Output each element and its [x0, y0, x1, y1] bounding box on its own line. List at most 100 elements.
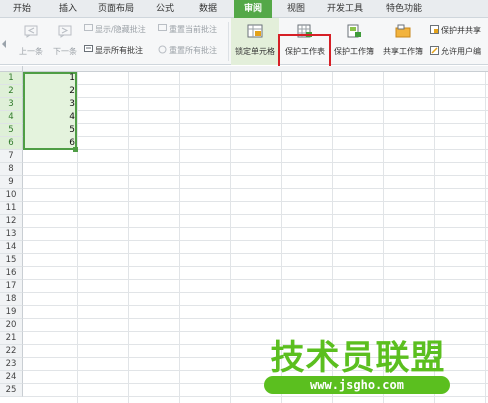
reset-all-comments-label: 重置所有批注: [169, 46, 217, 55]
reset-current-comment-button[interactable]: 重置当前批注: [158, 23, 217, 37]
row-divider: [23, 240, 488, 241]
protect-workbook-icon: [347, 24, 361, 38]
protect-and-share-button[interactable]: 保护并共享: [430, 24, 481, 38]
cell-a6[interactable]: 6: [25, 137, 75, 150]
row-header[interactable]: 8: [0, 163, 23, 176]
next-comment-label: 下一条: [53, 47, 77, 56]
cell-a3[interactable]: 3: [25, 98, 75, 111]
tab-developer[interactable]: 开发工具: [318, 0, 372, 18]
lock-cell-button[interactable]: 锁定单元格: [231, 18, 279, 65]
share-workbook-icon: [395, 24, 411, 38]
reset-all-comments-button[interactable]: 重置所有批注: [158, 44, 217, 58]
allow-edit-icon: [430, 46, 439, 55]
tab-start[interactable]: 开始: [4, 0, 40, 18]
next-comment-icon: [58, 25, 72, 38]
reset-all-icon: [158, 45, 167, 54]
row-divider: [23, 227, 488, 228]
column-divider: [77, 72, 78, 403]
row-header[interactable]: 17: [0, 280, 23, 293]
ribbon-toolbar: 上一条 下一条 显示/隐藏批注 重置当前批注 显示所有批注 重置所有批注 锁定单…: [0, 18, 488, 65]
comment-icon: [84, 24, 93, 31]
row-divider: [23, 201, 488, 202]
row-header[interactable]: 4: [0, 111, 23, 124]
row-header[interactable]: 22: [0, 345, 23, 358]
row-divider: [23, 175, 488, 176]
cell-a4[interactable]: 4: [25, 111, 75, 124]
cell-a2[interactable]: 2: [25, 85, 75, 98]
row-header[interactable]: 16: [0, 267, 23, 280]
row-divider: [23, 279, 488, 280]
row-divider: [23, 266, 488, 267]
protect-workbook-button[interactable]: 保护工作簿: [330, 18, 378, 65]
row-divider: [23, 162, 488, 163]
cell-a1[interactable]: 1: [25, 72, 75, 85]
row-divider: [23, 188, 488, 189]
row-header[interactable]: 7: [0, 150, 23, 163]
allow-users-edit-label: 允许用户编: [441, 47, 481, 56]
row-header[interactable]: 15: [0, 254, 23, 267]
tab-review[interactable]: 审阅: [234, 0, 272, 18]
reset-current-comment-label: 重置当前批注: [169, 25, 217, 34]
row-divider: [23, 84, 488, 85]
row-header[interactable]: 11: [0, 202, 23, 215]
cell-a5[interactable]: 5: [25, 124, 75, 137]
row-header[interactable]: 10: [0, 189, 23, 202]
prev-comment-label: 上一条: [19, 47, 43, 56]
row-divider: [23, 305, 488, 306]
show-all-comments-label: 显示所有批注: [95, 46, 143, 55]
reset-comment-icon: [158, 24, 167, 31]
row-header[interactable]: 5: [0, 124, 23, 137]
column-divider: [230, 72, 231, 403]
protect-and-share-label: 保护并共享: [441, 26, 481, 35]
row-header[interactable]: 24: [0, 371, 23, 384]
prev-comment-button[interactable]: 上一条: [14, 18, 48, 65]
column-header-bar[interactable]: [23, 66, 488, 72]
row-divider: [23, 97, 488, 98]
row-divider: [23, 123, 488, 124]
row-divider: [23, 136, 488, 137]
protect-sheet-highlight: [278, 34, 331, 70]
protect-workbook-label: 保护工作簿: [334, 47, 374, 56]
row-header[interactable]: 14: [0, 241, 23, 254]
row-header[interactable]: 23: [0, 358, 23, 371]
row-header[interactable]: 21: [0, 332, 23, 345]
tab-data[interactable]: 数据: [190, 0, 226, 18]
watermark-logo: 技术员联盟 www.jsgho.com: [258, 330, 458, 400]
all-comments-icon: [84, 45, 93, 52]
row-header[interactable]: 25: [0, 384, 23, 397]
tab-page-layout[interactable]: 页面布局: [90, 0, 142, 18]
column-divider: [128, 72, 129, 403]
scroll-left-icon[interactable]: [2, 40, 6, 48]
show-all-comments-button[interactable]: 显示所有批注: [84, 44, 143, 58]
row-header[interactable]: 1: [0, 72, 23, 85]
row-header[interactable]: 3: [0, 98, 23, 111]
lock-cell-icon: [247, 24, 263, 38]
row-divider: [23, 214, 488, 215]
show-hide-comment-label: 显示/隐藏批注: [95, 25, 146, 34]
fill-handle[interactable]: [73, 147, 78, 152]
tab-formulas[interactable]: 公式: [148, 0, 182, 18]
row-header[interactable]: 9: [0, 176, 23, 189]
row-header[interactable]: 18: [0, 293, 23, 306]
row-header[interactable]: 19: [0, 306, 23, 319]
next-comment-button[interactable]: 下一条: [48, 18, 82, 65]
row-header[interactable]: 6: [0, 137, 23, 150]
protect-share-icon: [430, 25, 439, 34]
tab-view[interactable]: 视图: [278, 0, 314, 18]
tab-insert[interactable]: 插入: [50, 0, 86, 18]
row-divider: [23, 253, 488, 254]
row-divider: [23, 318, 488, 319]
share-workbook-label: 共享工作簿: [383, 47, 423, 56]
show-hide-comment-button[interactable]: 显示/隐藏批注: [84, 23, 146, 37]
row-header[interactable]: 2: [0, 85, 23, 98]
tab-special-features[interactable]: 特色功能: [376, 0, 432, 18]
row-header[interactable]: 20: [0, 319, 23, 332]
ribbon-separator: [228, 22, 229, 61]
watermark-title: 技术员联盟: [270, 338, 446, 378]
row-header[interactable]: 12: [0, 215, 23, 228]
watermark-url: www.jsgho.com: [264, 376, 450, 394]
row-divider: [23, 149, 488, 150]
share-workbook-button[interactable]: 共享工作簿: [379, 18, 427, 65]
row-header[interactable]: 13: [0, 228, 23, 241]
allow-users-edit-button[interactable]: 允许用户编: [430, 45, 481, 59]
